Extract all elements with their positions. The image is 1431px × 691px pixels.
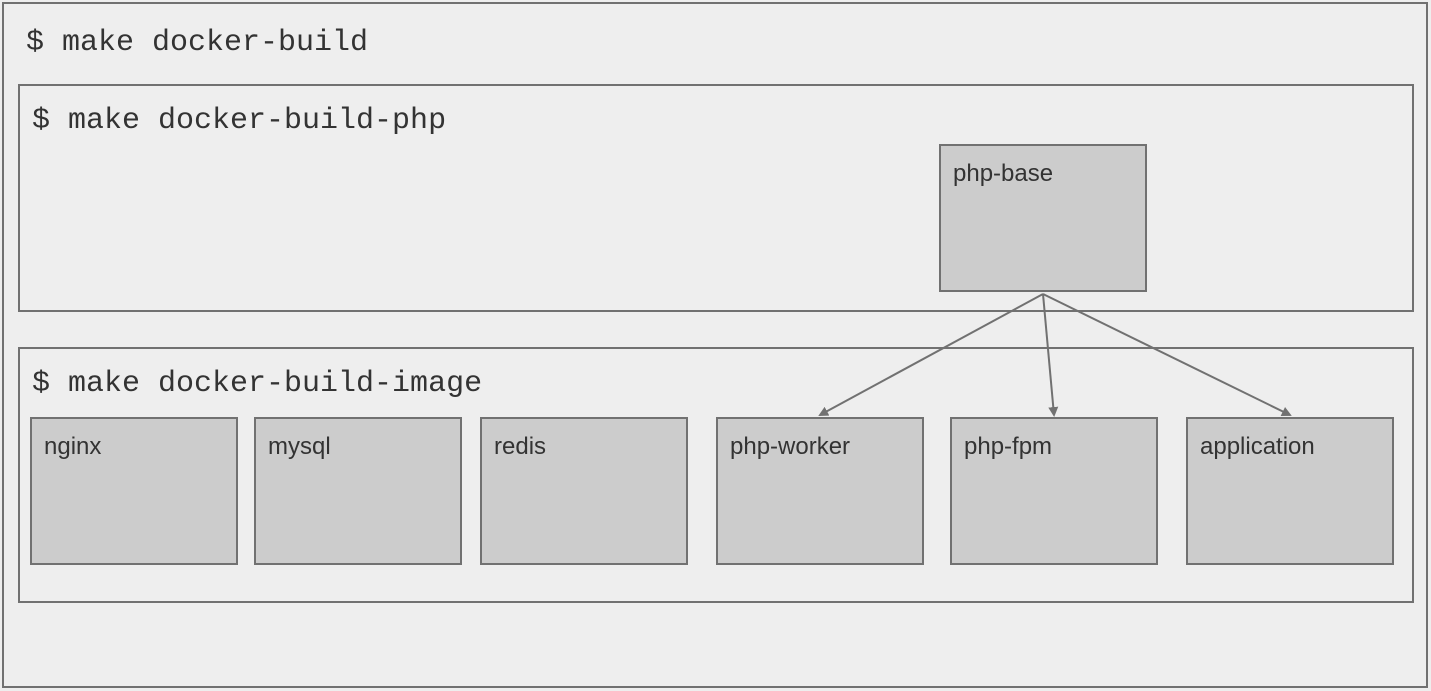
node-redis: redis [480, 417, 688, 565]
node-mysql: mysql [254, 417, 462, 565]
docker-build-php-panel: $ make docker-build-php [18, 84, 1414, 312]
node-php-fpm: php-fpm [950, 417, 1158, 565]
docker-build-php-label: $ make docker-build-php [32, 104, 446, 138]
node-php-base: php-base [939, 144, 1147, 292]
docker-build-container: $ make docker-build $ make docker-build-… [2, 2, 1428, 688]
node-nginx: nginx [30, 417, 238, 565]
docker-build-label: $ make docker-build [26, 26, 368, 60]
docker-build-image-label: $ make docker-build-image [32, 367, 482, 401]
node-php-worker: php-worker [716, 417, 924, 565]
node-application: application [1186, 417, 1394, 565]
